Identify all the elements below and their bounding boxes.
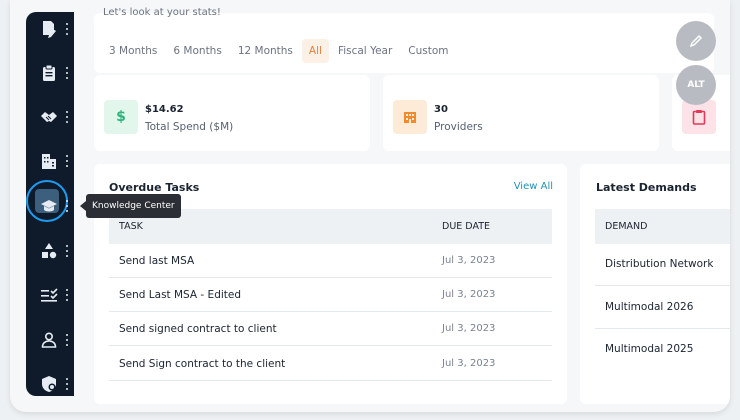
demand-name: Multimodal 2025: [605, 343, 694, 355]
column-header-demand[interactable]: DEMAND: [605, 221, 647, 232]
knowledge-center-icon: [41, 200, 57, 212]
more-options-icon[interactable]: [66, 111, 69, 123]
tab-6-months[interactable]: 6 Months: [166, 39, 228, 63]
stat-card-total-spend: $ $14.62 Total Spend ($M): [94, 75, 370, 151]
task-name: Send Last MSA - Edited: [119, 289, 242, 301]
task-name: Send last MSA: [119, 255, 195, 267]
sidebar-item-users[interactable]: [26, 325, 74, 355]
user-icon: [41, 332, 57, 348]
edit-button[interactable]: [676, 21, 716, 61]
tab-custom[interactable]: Custom: [401, 39, 455, 63]
table-header: DEMAND: [595, 209, 730, 244]
building-icon: [393, 100, 427, 134]
demand-name: Distribution Network: [605, 258, 714, 270]
period-tabs: 3 Months 6 Months 12 Months All Fiscal Y…: [102, 39, 456, 63]
column-header-task[interactable]: TASK: [119, 221, 143, 232]
alt-text-button[interactable]: ALT: [676, 65, 716, 105]
column-header-due-date[interactable]: DUE DATE: [442, 221, 490, 232]
pencil-icon: [689, 34, 703, 48]
list-item[interactable]: Multimodal 2025: [595, 329, 730, 371]
panel-title: Overdue Tasks: [109, 181, 200, 194]
page-intro: Let's look at your stats!: [103, 7, 221, 18]
table-row[interactable]: Send signed contract to client Jul 3, 20…: [109, 312, 552, 346]
panel-title: Latest Demands: [596, 181, 697, 194]
more-options-icon[interactable]: [66, 245, 69, 257]
stat-card-providers: 30 Providers: [383, 75, 659, 151]
dollar-icon: $: [104, 100, 138, 134]
due-date: Jul 3, 2023: [442, 289, 496, 300]
sidebar-item-contracts[interactable]: [26, 14, 74, 44]
sidebar-item-tasks[interactable]: [26, 58, 74, 88]
list-item[interactable]: Distribution Network: [595, 244, 730, 286]
more-options-icon[interactable]: [66, 23, 69, 35]
more-options-icon[interactable]: [66, 155, 69, 167]
more-options-icon[interactable]: [66, 289, 69, 301]
sidebar-item-providers[interactable]: [26, 146, 74, 176]
sidebar-item-deals[interactable]: [26, 102, 74, 132]
sidebar-item-security[interactable]: [26, 369, 74, 399]
checklist-icon: [41, 288, 58, 302]
clipboard-icon: [682, 100, 716, 134]
sidebar: [26, 12, 74, 396]
knowledge-center-tooltip: Knowledge Center: [80, 194, 181, 218]
tab-3-months[interactable]: 3 Months: [102, 39, 164, 63]
sidebar-item-knowledge-center[interactable]: [26, 180, 74, 222]
shapes-icon: [42, 243, 57, 259]
table-row[interactable]: Send Last MSA - Edited Jul 3, 2023: [109, 278, 552, 312]
period-filter-card: Let's look at your stats! 3 Months 6 Mon…: [94, 7, 714, 73]
view-all-link[interactable]: View All: [514, 181, 553, 192]
sidebar-item-checklists[interactable]: [26, 280, 74, 310]
stat-value: $14.62: [145, 104, 184, 115]
due-date: Jul 3, 2023: [442, 358, 496, 369]
task-name: Send Sign contract to the client: [119, 358, 286, 370]
table-row[interactable]: Send last MSA Jul 3, 2023: [109, 244, 552, 278]
tab-all[interactable]: All: [301, 39, 329, 63]
list-item[interactable]: Multimodal 2026: [595, 287, 730, 329]
edit-document-icon: [43, 21, 56, 38]
more-options-icon[interactable]: [66, 334, 69, 346]
stat-value: 30: [434, 104, 448, 115]
more-options-icon[interactable]: [66, 67, 69, 79]
buildings-icon: [42, 154, 56, 169]
due-date: Jul 3, 2023: [442, 323, 496, 334]
handshake-icon: [41, 112, 57, 122]
due-date: Jul 3, 2023: [442, 255, 496, 266]
more-options-icon[interactable]: [66, 378, 69, 390]
tab-fiscal-year[interactable]: Fiscal Year: [331, 39, 399, 63]
sidebar-item-categories[interactable]: [26, 236, 74, 266]
more-options-icon[interactable]: [66, 200, 69, 212]
clipboard-icon: [43, 64, 55, 81]
tab-12-months[interactable]: 12 Months: [231, 39, 300, 63]
latest-demands-panel: Latest Demands DEMAND Distribution Netwo…: [580, 164, 730, 404]
shield-settings-icon: [42, 376, 56, 392]
task-name: Send signed contract to client: [119, 323, 277, 335]
stat-label: Providers: [434, 121, 483, 133]
stat-label: Total Spend ($M): [145, 121, 234, 133]
demand-name: Multimodal 2026: [605, 301, 694, 313]
table-row[interactable]: Send Sign contract to the client Jul 3, …: [109, 347, 552, 381]
